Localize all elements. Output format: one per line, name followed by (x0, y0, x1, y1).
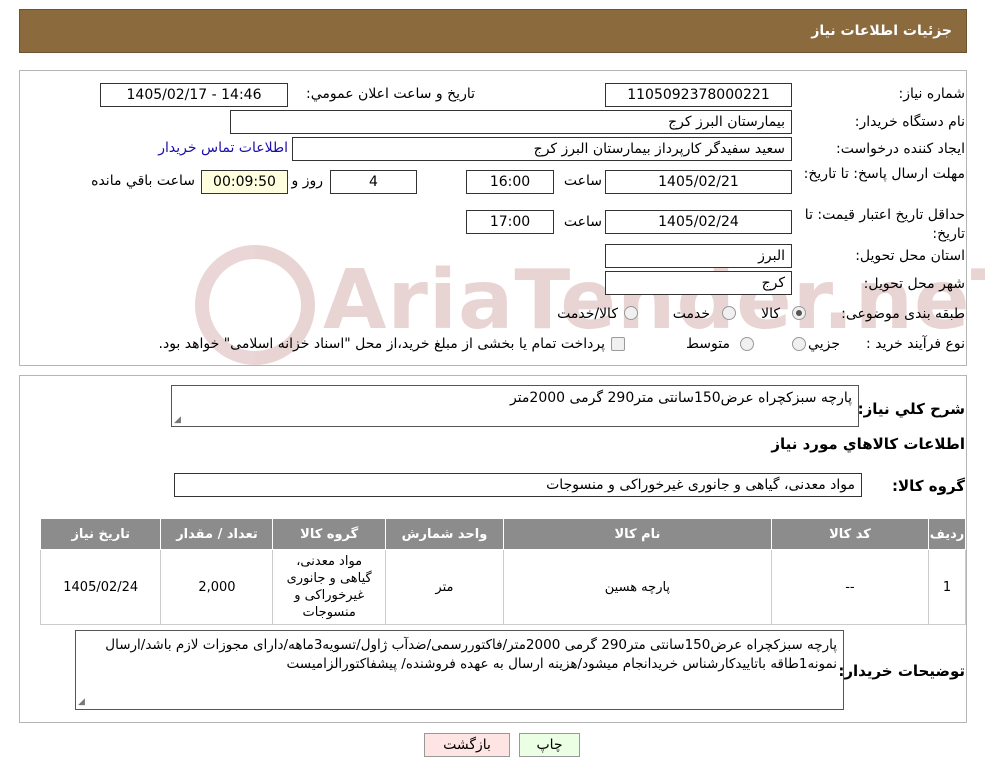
category-radio-goods-service[interactable] (624, 306, 638, 320)
group-field: مواد معدنی، گیاهی و جانوری غیرخوراکی و م… (174, 473, 862, 497)
category-option-goods: کالا (761, 306, 780, 322)
goods-section-title: اطلاعات کالاهاي مورد نياز (771, 435, 965, 453)
process-radio-minor[interactable] (792, 337, 806, 351)
days-field: 4 (330, 170, 417, 194)
cell-code: -- (770, 549, 930, 625)
city-label: شهر محل تحويل: (863, 276, 965, 292)
page-title: جزئیات اطلاعات نیاز (811, 23, 952, 39)
category-radio-service[interactable] (722, 306, 736, 320)
deadline-time-label: ساعت (563, 173, 602, 189)
validity-label: حداقل تاريخ اعتبار قيمت: تا تاریخ: (804, 207, 965, 242)
announce-value: 1405/02/17 - 14:46 (126, 87, 262, 103)
process-note: پرداخت تمام يا بخشی از مبلغ خريد،از محل … (158, 336, 605, 352)
city-field: کرج (605, 271, 792, 295)
table-header-row: رديف کد کالا نام کالا واحد شمارش گروه کا… (39, 518, 966, 550)
summary-textarea[interactable]: پارچه سبزکچراه عرض150سانتی متر290 گرمی 2… (171, 385, 859, 427)
process-label: نوع فرآيند خريد : (866, 336, 965, 352)
process-option-minor: جزيي (808, 336, 840, 352)
col-unit: واحد شمارش (384, 518, 505, 550)
contact-buyer-link[interactable]: اطلاعات تماس خريدار (158, 140, 288, 156)
cell-qty: 2,000 (160, 549, 274, 625)
summary-label: شرح کلي نياز: (857, 400, 965, 418)
group-label: گروه کالا: (892, 477, 965, 495)
validity-time-label: ساعت (563, 214, 602, 230)
col-date: تاريخ نياز (39, 518, 162, 550)
cell-row: 1 (928, 549, 966, 625)
table-row: 1 -- پارچه هسین متر مواد معدنی، گیاهی و … (39, 549, 966, 625)
col-qty: تعداد / مقدار (160, 518, 274, 550)
cell-name: پارچه هسین (503, 549, 772, 625)
resize-grip-icon: ◢ (174, 415, 181, 425)
validity-date-field: 1405/02/24 (605, 210, 792, 234)
validity-time-field: 17:00 (466, 210, 554, 234)
days-label: روز و (291, 173, 324, 189)
notes-textarea[interactable]: پارچه سبزکچراه عرض150سانتی متر290 گرمی 2… (75, 630, 844, 710)
category-radio-goods[interactable] (792, 306, 806, 320)
announce-label: تاریخ و ساعت اعلان عمومي: (306, 86, 475, 102)
process-radio-medium[interactable] (740, 337, 754, 351)
deadline-label: مهلت ارسال پاسخ: تا تاریخ: (803, 166, 965, 182)
process-checkbox-treasury[interactable] (611, 337, 625, 351)
resize-grip-icon: ◢ (78, 697, 85, 707)
back-button[interactable]: بازگشت (424, 733, 510, 757)
col-row: رديف (928, 518, 966, 550)
creator-field: سعید سفیدگر کارپرداز بیمارستان البرز کرج (292, 137, 792, 161)
col-group: گروه کالا (272, 518, 386, 550)
need-number-field: 1105092378000221 (605, 83, 792, 107)
page-header: جزئیات اطلاعات نیاز (19, 9, 967, 53)
process-option-medium: متوسط (686, 336, 730, 352)
deadline-date-field: 1405/02/21 (605, 170, 792, 194)
buyer-org-label: نام دستگاه خريدار: (854, 114, 965, 130)
creator-label: ايجاد کننده درخواست: (836, 141, 965, 157)
province-label: استان محل تحويل: (855, 248, 965, 264)
cell-group: مواد معدنی، گیاهی و جانوری غیرخوراکی و م… (272, 549, 386, 625)
col-code: کد کالا (770, 518, 930, 550)
goods-table: رديف کد کالا نام کالا واحد شمارش گروه کا… (39, 518, 966, 625)
col-name: نام کالا (503, 518, 772, 550)
need-number-label: شماره نیاز: (898, 86, 966, 102)
notes-label: توضيحات خريدار: (838, 662, 965, 680)
remaining-label: ساعت باقي مانده (91, 173, 195, 189)
category-option-service: خدمت (672, 306, 710, 322)
announce-field: 1405/02/17 - 14:46 (100, 83, 288, 107)
remaining-time-field: 00:09:50 (201, 170, 288, 194)
category-option-goods-service: کالا/خدمت (557, 306, 618, 322)
print-button[interactable]: چاپ (519, 733, 580, 757)
buyer-org-field: بیمارستان البرز کرج (230, 110, 792, 134)
category-label: طبقه بندی موضوعی: (841, 306, 965, 322)
province-field: البرز (605, 244, 792, 268)
cell-unit: متر (384, 549, 505, 625)
cell-date: 1405/02/24 (39, 549, 162, 625)
deadline-time-field: 16:00 (466, 170, 554, 194)
